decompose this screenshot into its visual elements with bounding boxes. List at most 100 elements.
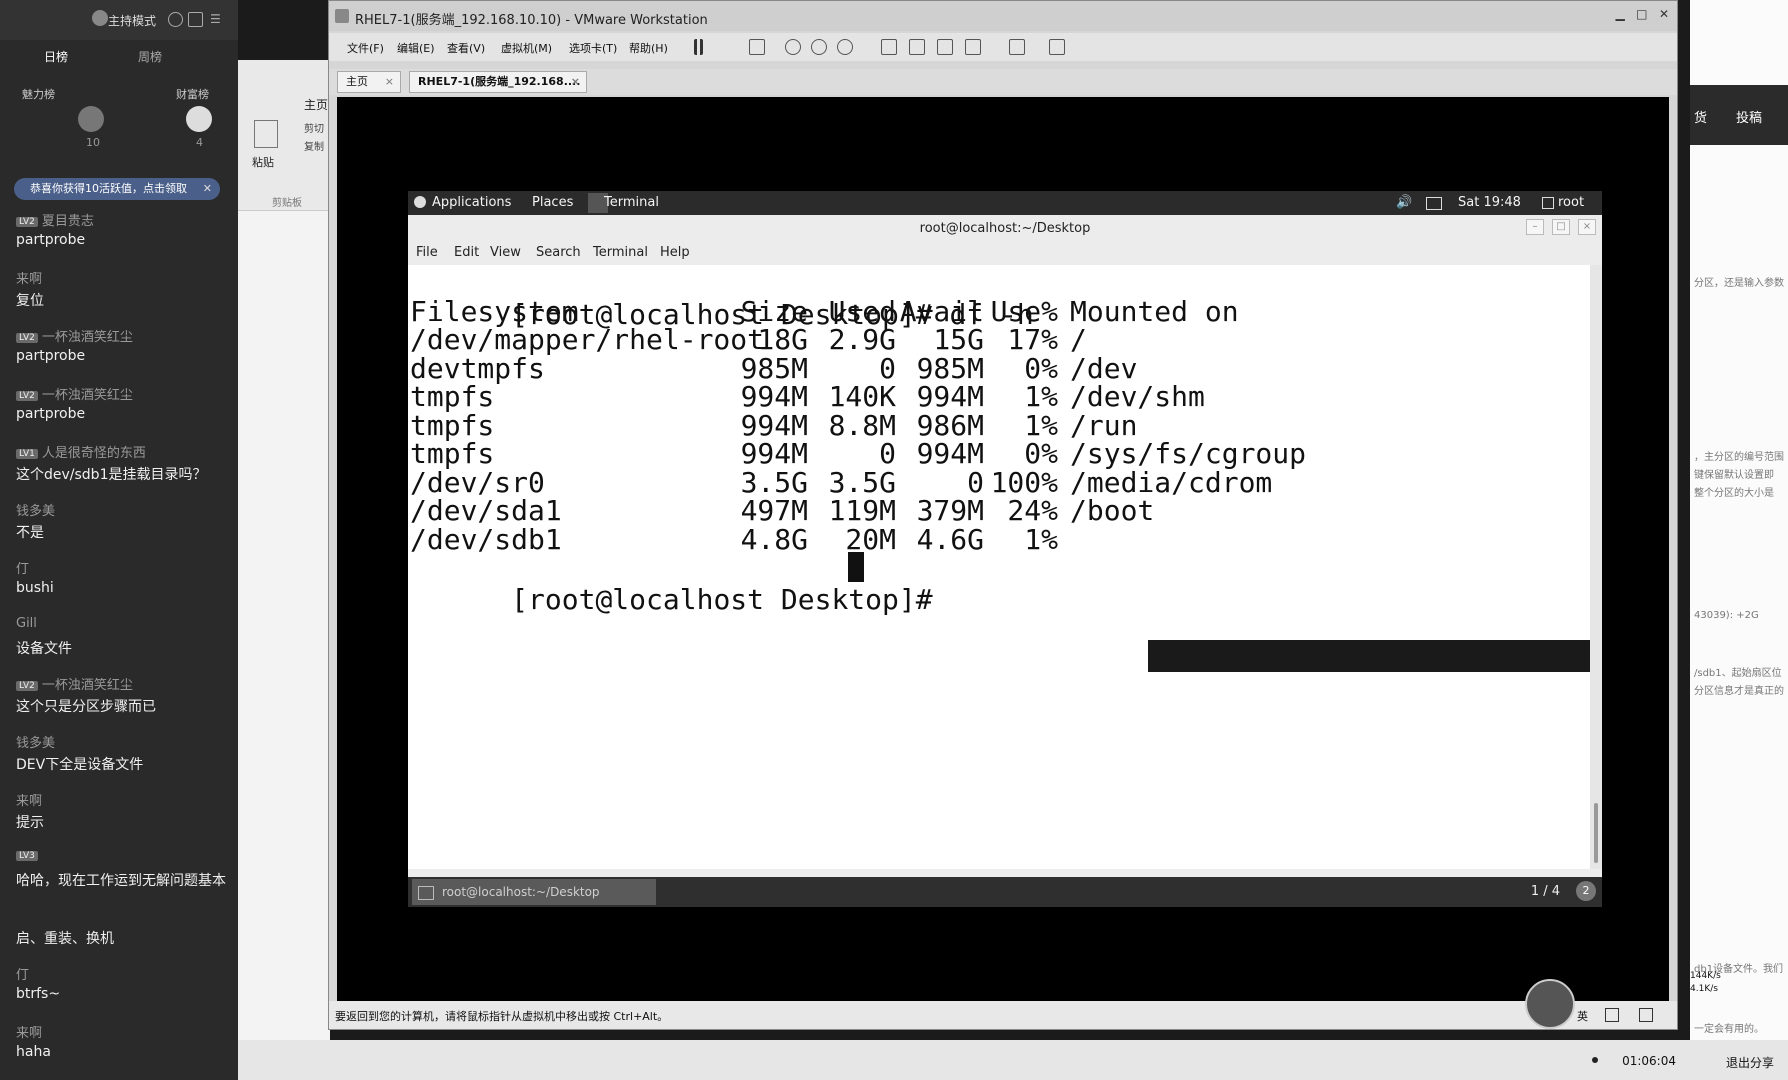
window-list-item-terminal[interactable]: root@localhost:~/Desktop <box>412 879 656 905</box>
maximize-icon[interactable]: □ <box>1552 219 1570 235</box>
minimize-icon[interactable]: ▁ <box>1615 7 1624 21</box>
fullscreen-icon[interactable] <box>937 39 953 55</box>
display-icon[interactable] <box>1639 1008 1653 1022</box>
chat-username[interactable]: Gill <box>16 616 37 631</box>
chat-username[interactable]: LV2 一杯浊酒笑红尘 <box>16 326 133 345</box>
cut-label[interactable]: 剪切 <box>304 120 324 135</box>
chat-username[interactable]: 来啊 <box>16 268 42 287</box>
close-icon[interactable]: × <box>1578 219 1596 235</box>
snapshot-manager-icon[interactable] <box>837 39 853 55</box>
unity-icon[interactable] <box>965 39 981 55</box>
menu-icon[interactable]: ☰ <box>210 12 221 26</box>
close-icon[interactable]: × <box>385 72 394 92</box>
charm-rank-label[interactable]: 魅力榜 <box>22 86 55 102</box>
volume-icon[interactable]: 🔊 <box>1396 195 1412 210</box>
chat-username[interactable]: LV2 一杯浊酒笑红尘 <box>16 674 133 693</box>
tab-home[interactable]: 主页 <box>304 96 328 113</box>
copy-label[interactable]: 复制 <box>304 138 324 153</box>
paste-icon[interactable] <box>254 120 278 148</box>
maximize-icon[interactable]: □ <box>1636 7 1647 21</box>
menu-edit[interactable]: Edit <box>454 245 479 260</box>
tab-home[interactable]: 主页 × <box>337 71 401 93</box>
df-cell-fs: /dev/sdb1 <box>410 522 562 556</box>
goods-label[interactable]: 货 <box>1694 107 1707 126</box>
terminal-output[interactable]: [root@localhost Desktop]# df -h Filesyst… <box>408 265 1590 869</box>
user-level-badge: LV3 <box>16 850 38 861</box>
menu-vm[interactable]: 虚拟机(M) <box>501 40 552 56</box>
applications-menu[interactable]: Applications <box>432 195 511 210</box>
notification-icon[interactable]: 2 <box>1576 881 1596 901</box>
view-options-icon[interactable] <box>1049 39 1065 55</box>
reward-notice-banner[interactable]: 恭喜你获得10活跃值，点击领取 ✕ <box>14 178 220 200</box>
close-icon[interactable]: ✕ <box>203 178 212 200</box>
menu-tabs[interactable]: 选项卡(T) <box>569 40 617 56</box>
network-icon[interactable] <box>1605 1008 1619 1022</box>
chat-username-text: 人是很奇怪的东西 <box>41 446 146 461</box>
menu-view[interactable]: 查看(V) <box>447 40 485 56</box>
contribute-button[interactable]: 投稿 <box>1736 107 1762 126</box>
menu-file[interactable]: 文件(F) <box>347 40 384 56</box>
tab-daily[interactable]: 日榜 <box>44 48 68 65</box>
document-text-fragment: 分区，还是输入参数 <box>1694 278 1784 289</box>
exit-share-button[interactable]: 退出分享 <box>1726 1054 1774 1071</box>
chat-username[interactable]: 来啊 <box>16 1022 42 1041</box>
wealth-rank-label[interactable]: 财富榜 <box>176 86 209 102</box>
chat-message-text: 复位 <box>16 293 44 309</box>
pause-icon[interactable] <box>694 39 703 55</box>
prompt-line: [root@localhost Desktop]# <box>410 552 933 616</box>
menu-edit[interactable]: 编辑(E) <box>397 40 435 56</box>
edit-icon[interactable] <box>188 12 203 27</box>
clock[interactable]: Sat 19:48 <box>1458 195 1521 210</box>
menu-help[interactable]: Help <box>660 245 690 260</box>
wealth-count: 4 <box>196 136 203 149</box>
chat-username[interactable]: 钱多美 <box>16 500 55 519</box>
shell-prompt: [root@localhost Desktop]# <box>511 583 950 616</box>
terminal-app-menu[interactable]: Terminal <box>604 195 659 210</box>
minimize-icon[interactable]: – <box>1526 219 1544 235</box>
menu-help[interactable]: 帮助(H) <box>629 40 668 56</box>
tab-weekly[interactable]: 周榜 <box>138 48 162 65</box>
close-icon[interactable]: ✕ <box>1659 7 1669 21</box>
vmware-tabbar: 主页 × RHEL7-1(服务端_192.168.... × <box>329 69 1677 95</box>
ime-indicator[interactable]: 英 <box>1577 1008 1588 1024</box>
settings-icon[interactable] <box>168 12 183 27</box>
snapshot-icon[interactable] <box>785 39 801 55</box>
stream-timer: 01:06:04 <box>1622 1054 1676 1068</box>
menu-view[interactable]: View <box>490 245 521 260</box>
close-icon[interactable]: × <box>571 72 580 92</box>
chat-username[interactable]: LV1 人是很奇怪的东西 <box>16 442 146 461</box>
user-menu[interactable]: root <box>1558 195 1584 210</box>
network-icon[interactable] <box>1426 197 1442 210</box>
chat-username-text: 仃 <box>16 562 30 577</box>
places-menu[interactable]: Places <box>532 195 573 210</box>
chat-message-text: haha <box>16 1044 51 1060</box>
clipboard-group-label: 剪贴板 <box>272 198 302 209</box>
send-ctrl-alt-del-icon[interactable] <box>749 39 765 55</box>
console-icon[interactable] <box>1009 39 1025 55</box>
workspace-pager[interactable]: 1 / 4 <box>1531 884 1560 899</box>
chat-message-text: 提示 <box>16 815 44 831</box>
chat-username[interactable]: 仃 <box>16 964 29 983</box>
rank-tabs: 日榜 周榜 <box>0 44 238 68</box>
menu-terminal[interactable]: Terminal <box>593 245 648 260</box>
terminal-window-title: root@localhost:~/Desktop <box>919 221 1091 236</box>
chat-username[interactable]: 来啊 <box>16 790 42 809</box>
terminal-scrollbar[interactable] <box>1590 265 1602 869</box>
menu-file[interactable]: File <box>416 245 438 260</box>
chat-username[interactable]: 钱多美 <box>16 732 55 751</box>
chat-message-text: partprobe <box>16 406 86 422</box>
menu-search[interactable]: Search <box>536 245 581 260</box>
rhel-guest-desktop: Applications Places Terminal 🔊 Sat 19:48… <box>408 191 1602 907</box>
chat-username[interactable]: LV2 夏目贵志 <box>16 210 94 229</box>
revert-snapshot-icon[interactable] <box>811 39 827 55</box>
tab-rhel7-vm[interactable]: RHEL7-1(服务端_192.168.... × <box>409 71 587 93</box>
gnome-topbar: Applications Places Terminal 🔊 Sat 19:48… <box>408 191 1602 215</box>
chat-username[interactable]: LV2 一杯浊酒笑红尘 <box>16 384 133 403</box>
thumbnail-icon[interactable] <box>909 39 925 55</box>
library-icon[interactable] <box>881 39 897 55</box>
scrollbar-thumb[interactable] <box>1594 803 1598 863</box>
chat-username[interactable]: 仃 <box>16 558 29 577</box>
background-document: 分区，还是输入参数 ，主分区的编号范围 键保留默认设置即 整个分区的大小是 43039)… <box>1690 0 1788 1080</box>
window-title: RHEL7-1(服务端_192.168.10.10) - VMware Work… <box>355 13 708 28</box>
chat-username[interactable]: LV3 <box>16 848 42 863</box>
